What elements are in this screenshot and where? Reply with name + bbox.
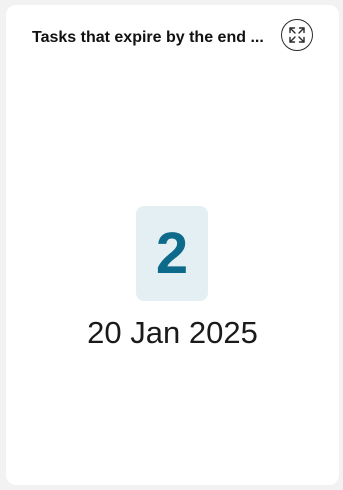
card-title: Tasks that expire by the end ... (32, 29, 264, 46)
widget-card: Tasks that expire by the end ... 2 20 Ja… (6, 5, 339, 485)
expand-arrows-icon (289, 27, 305, 43)
expiry-date: 20 Jan 2025 (87, 315, 258, 350)
count-badge[interactable]: 2 (136, 206, 208, 301)
expand-button[interactable] (281, 19, 313, 51)
task-count: 2 (155, 220, 189, 286)
